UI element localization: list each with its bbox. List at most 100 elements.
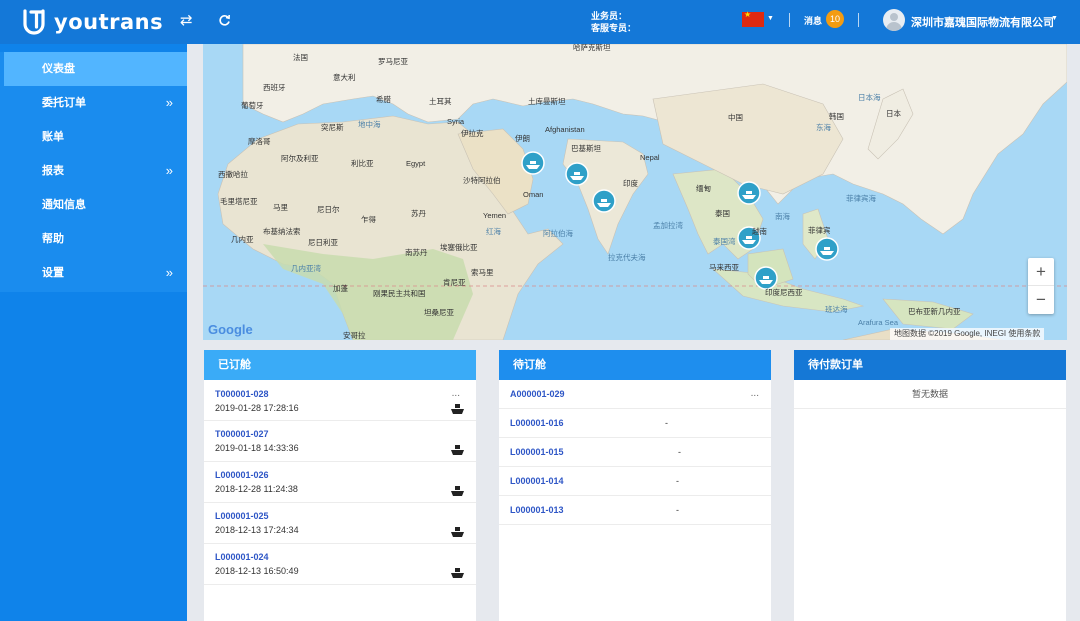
sidebar-item-dashboard[interactable]: 仪表盘 [4, 52, 187, 86]
ship-icon [451, 568, 464, 578]
map-label: 南苏丹 [405, 247, 428, 257]
order-value: - [676, 476, 679, 486]
map-label: Nepal [640, 153, 660, 162]
logo-text: youtrans [54, 10, 164, 34]
company-name[interactable]: 深圳市嘉瑰国际物流有限公司 [911, 14, 1054, 30]
sidebar-item-bills[interactable]: 账单 [0, 120, 187, 154]
order-code[interactable]: L000001-014 [510, 476, 564, 486]
order-code[interactable]: L000001-025 [215, 511, 476, 521]
map-label: 沙特阿拉伯 [463, 175, 501, 185]
booked-row[interactable]: L000001-024 2018-12-13 16:50:49 [204, 544, 476, 585]
booked-panel: 已订舱 ... T000001-028 2019-01-28 17:28:16 … [204, 350, 476, 621]
map-canvas[interactable]: 法国 罗马尼亚 哈萨克斯坦 意大利 西班牙 葡萄牙 希腊 土耳其 土库曼斯坦 中… [203, 44, 1067, 340]
ship-icon [451, 445, 464, 455]
map-label: 索马里 [471, 267, 494, 277]
sidebar-item-notifications[interactable]: 通知信息 [0, 188, 187, 222]
order-date: 2019-01-28 17:28:16 [215, 403, 299, 413]
map-label: 拉克代夫海 [608, 252, 646, 262]
map-label: 坦桑尼亚 [424, 307, 454, 317]
map-attribution[interactable]: 地图数据 ©2019 Google, INEGI 使用条款 [890, 328, 1045, 340]
top-bar: youtrans ⇄ 业务员： 客服专员： ★ ▼ 消息 10 深圳市嘉瑰国际物… [0, 0, 1080, 44]
language-flag-icon[interactable]: ★ [742, 10, 764, 27]
pending-row[interactable]: L000001-013 - [499, 496, 771, 525]
order-code[interactable]: L000001-026 [215, 470, 476, 480]
sidebar-item-settings[interactable]: 设置» [0, 256, 187, 290]
order-code[interactable]: L000001-016 [510, 418, 564, 428]
map-label: 突尼斯 [321, 122, 344, 132]
chevron-right-icon: » [165, 265, 173, 280]
pending-panel: 待订舱 ... A000001-029 L000001-016 - L00000… [499, 350, 771, 621]
sidebar-menu: 仪表盘 委托订单» 账单 报表» 通知信息 帮助 设置» [0, 52, 187, 292]
map-label: 罗马尼亚 [378, 57, 408, 66]
map-label: 菲律宾海 [846, 193, 876, 203]
order-value: - [665, 418, 668, 428]
unpaid-panel-title: 待付款订单 [794, 350, 1066, 380]
map-label: 西撒哈拉 [218, 169, 248, 179]
map-label: 孟加拉湾 [653, 220, 683, 230]
order-code[interactable]: L000001-013 [510, 505, 564, 515]
sidebar-item-help[interactable]: 帮助 [0, 222, 187, 256]
map-label: 尼日利亚 [308, 237, 338, 247]
map-label: 班达海 [825, 304, 848, 314]
empty-state: 暂无数据 [794, 380, 1066, 409]
map[interactable]: 法国 罗马尼亚 哈萨克斯坦 意大利 西班牙 葡萄牙 希腊 土耳其 土库曼斯坦 中… [203, 44, 1067, 340]
sidebar-item-reports[interactable]: 报表» [0, 154, 187, 188]
map-label: 刚果民主共和国 [373, 288, 426, 298]
order-code[interactable]: T000001-027 [215, 429, 476, 439]
booked-row[interactable]: L000001-025 2018-12-13 17:24:34 [204, 503, 476, 544]
map-label: 伊朗 [515, 133, 530, 143]
map-label: 印度尼西亚 [765, 287, 803, 297]
swap-icon[interactable]: ⇄ [180, 12, 193, 30]
map-label: Oman [523, 190, 543, 199]
map-label: 红海 [486, 226, 501, 236]
booked-row[interactable]: T000001-028 2019-01-28 17:28:16 [204, 380, 476, 421]
message-link[interactable]: 消息 [804, 14, 822, 27]
map-label: 几内亚 [231, 234, 254, 244]
order-date: 2019-01-18 14:33:36 [215, 443, 299, 453]
booked-row[interactable]: L000001-026 2018-12-28 11:24:38 [204, 462, 476, 503]
map-label: 法国 [293, 52, 308, 62]
map-label: 尼日尔 [317, 204, 340, 214]
order-code[interactable]: L000001-024 [215, 552, 476, 562]
map-label: Arafura Sea [858, 318, 899, 327]
sidebar-item-orders[interactable]: 委托订单» [0, 86, 187, 120]
map-label: Egypt [406, 159, 426, 168]
divider [789, 13, 790, 27]
booked-row[interactable]: T000001-027 2019-01-18 14:33:36 [204, 421, 476, 462]
ship-icon [451, 486, 464, 496]
order-code[interactable]: L000001-015 [510, 447, 564, 457]
zoom-out-button[interactable]: − [1028, 286, 1054, 314]
logo-icon [23, 9, 45, 35]
zoom-in-button[interactable]: + [1028, 258, 1054, 286]
map-label: 中国 [728, 112, 743, 122]
map-label: 伊拉克 [461, 128, 484, 138]
map-label: 乍得 [361, 214, 376, 224]
logo[interactable]: youtrans [22, 6, 163, 38]
pending-row[interactable]: L000001-015 - [499, 438, 771, 467]
unpaid-panel: 待付款订单 暂无数据 [794, 350, 1066, 621]
order-date: 2018-12-13 16:50:49 [215, 566, 299, 576]
map-label: 南海 [775, 211, 790, 221]
map-label: 西班牙 [263, 82, 286, 92]
map-label: Yemen [483, 211, 506, 220]
map-label: 马里 [273, 203, 288, 212]
refresh-icon[interactable] [218, 12, 231, 32]
language-caret-icon[interactable]: ▼ [767, 15, 774, 22]
user-menu-caret-icon[interactable]: ▼ [1051, 15, 1058, 22]
avatar[interactable] [883, 9, 905, 31]
sidebar: 仪表盘 委托订单» 账单 报表» 通知信息 帮助 设置» [0, 44, 187, 621]
map-label: 泰国 [715, 208, 730, 218]
staff-info: 业务员： 客服专员： [591, 10, 636, 34]
message-badge[interactable]: 10 [826, 10, 844, 28]
map-label: Afghanistan [545, 125, 585, 134]
map-label: 巴基斯坦 [571, 143, 601, 153]
map-label: 缅甸 [696, 183, 711, 193]
pending-row[interactable]: L000001-016 - [499, 409, 771, 438]
map-label: 越南 [752, 226, 767, 236]
pending-row[interactable]: A000001-029 [499, 380, 771, 409]
pending-row[interactable]: L000001-014 - [499, 467, 771, 496]
order-code[interactable]: T000001-028 [215, 389, 476, 399]
map-label: 印度 [623, 178, 638, 188]
order-code[interactable]: A000001-029 [510, 389, 565, 399]
map-label: 泰国湾 [713, 236, 736, 246]
